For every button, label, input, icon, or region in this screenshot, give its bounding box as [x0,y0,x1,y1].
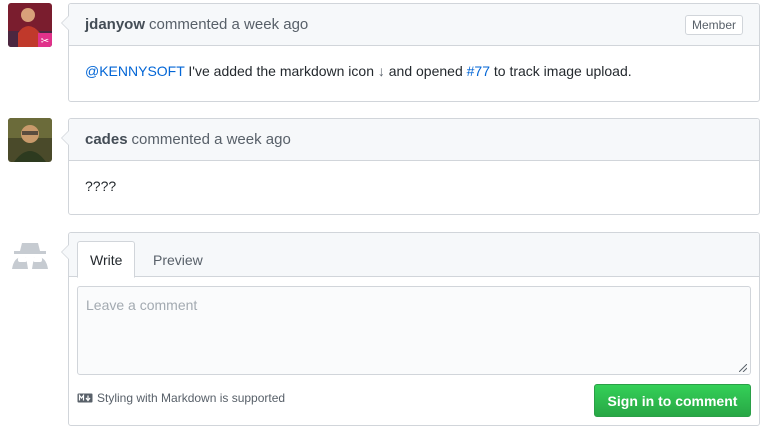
user-mention-link[interactable]: @KENNYSOFT [85,63,185,79]
comment-jdanyow: jdanyow commented a week ago Member @KEN… [61,3,760,102]
svg-text:✂: ✂ [41,36,49,47]
avatar-cades[interactable] [8,118,52,162]
markdown-support-note[interactable]: Styling with Markdown is supported [77,391,285,405]
member-badge: Member [684,14,743,35]
markdown-icon [77,393,93,403]
comment-text: I've added the markdown icon [184,63,378,79]
comment-body: ???? [85,178,117,194]
issue-link[interactable]: #77 [467,63,490,79]
comment-author[interactable]: jdanyow [85,16,145,33]
comment-timestamp[interactable]: commented a week ago [132,131,291,148]
comment-author[interactable]: cades [85,131,128,148]
comment-timestamp[interactable]: commented a week ago [149,16,308,33]
avatar-jdanyow[interactable]: ✂ [8,3,52,47]
anonymous-user-icon [8,233,52,277]
comment-header: jdanyow commented a week ago Member [69,4,759,46]
comment-form: Write Preview Styling with Markdown is s… [61,232,760,426]
comment-text: to track image upload. [489,63,632,79]
comment-body: @KENNYSOFT I've added the markdown icon … [69,46,759,97]
markdown-icon-inline: ↓ [377,63,385,79]
resize-grip-icon[interactable] [739,364,747,372]
comment-textarea[interactable] [77,286,751,375]
sign-in-to-comment-button[interactable]: Sign in to comment [594,384,751,417]
tab-bar: Write Preview [69,233,759,278]
tab-preview[interactable]: Preview [141,241,215,278]
tab-write[interactable]: Write [77,241,136,278]
comment-header: cades commented a week ago [69,119,759,161]
comment-text: and opened [384,63,467,79]
markdown-note-text[interactable]: Styling with Markdown is supported [97,391,285,405]
comment-cades: cades commented a week ago ???? [61,118,760,215]
